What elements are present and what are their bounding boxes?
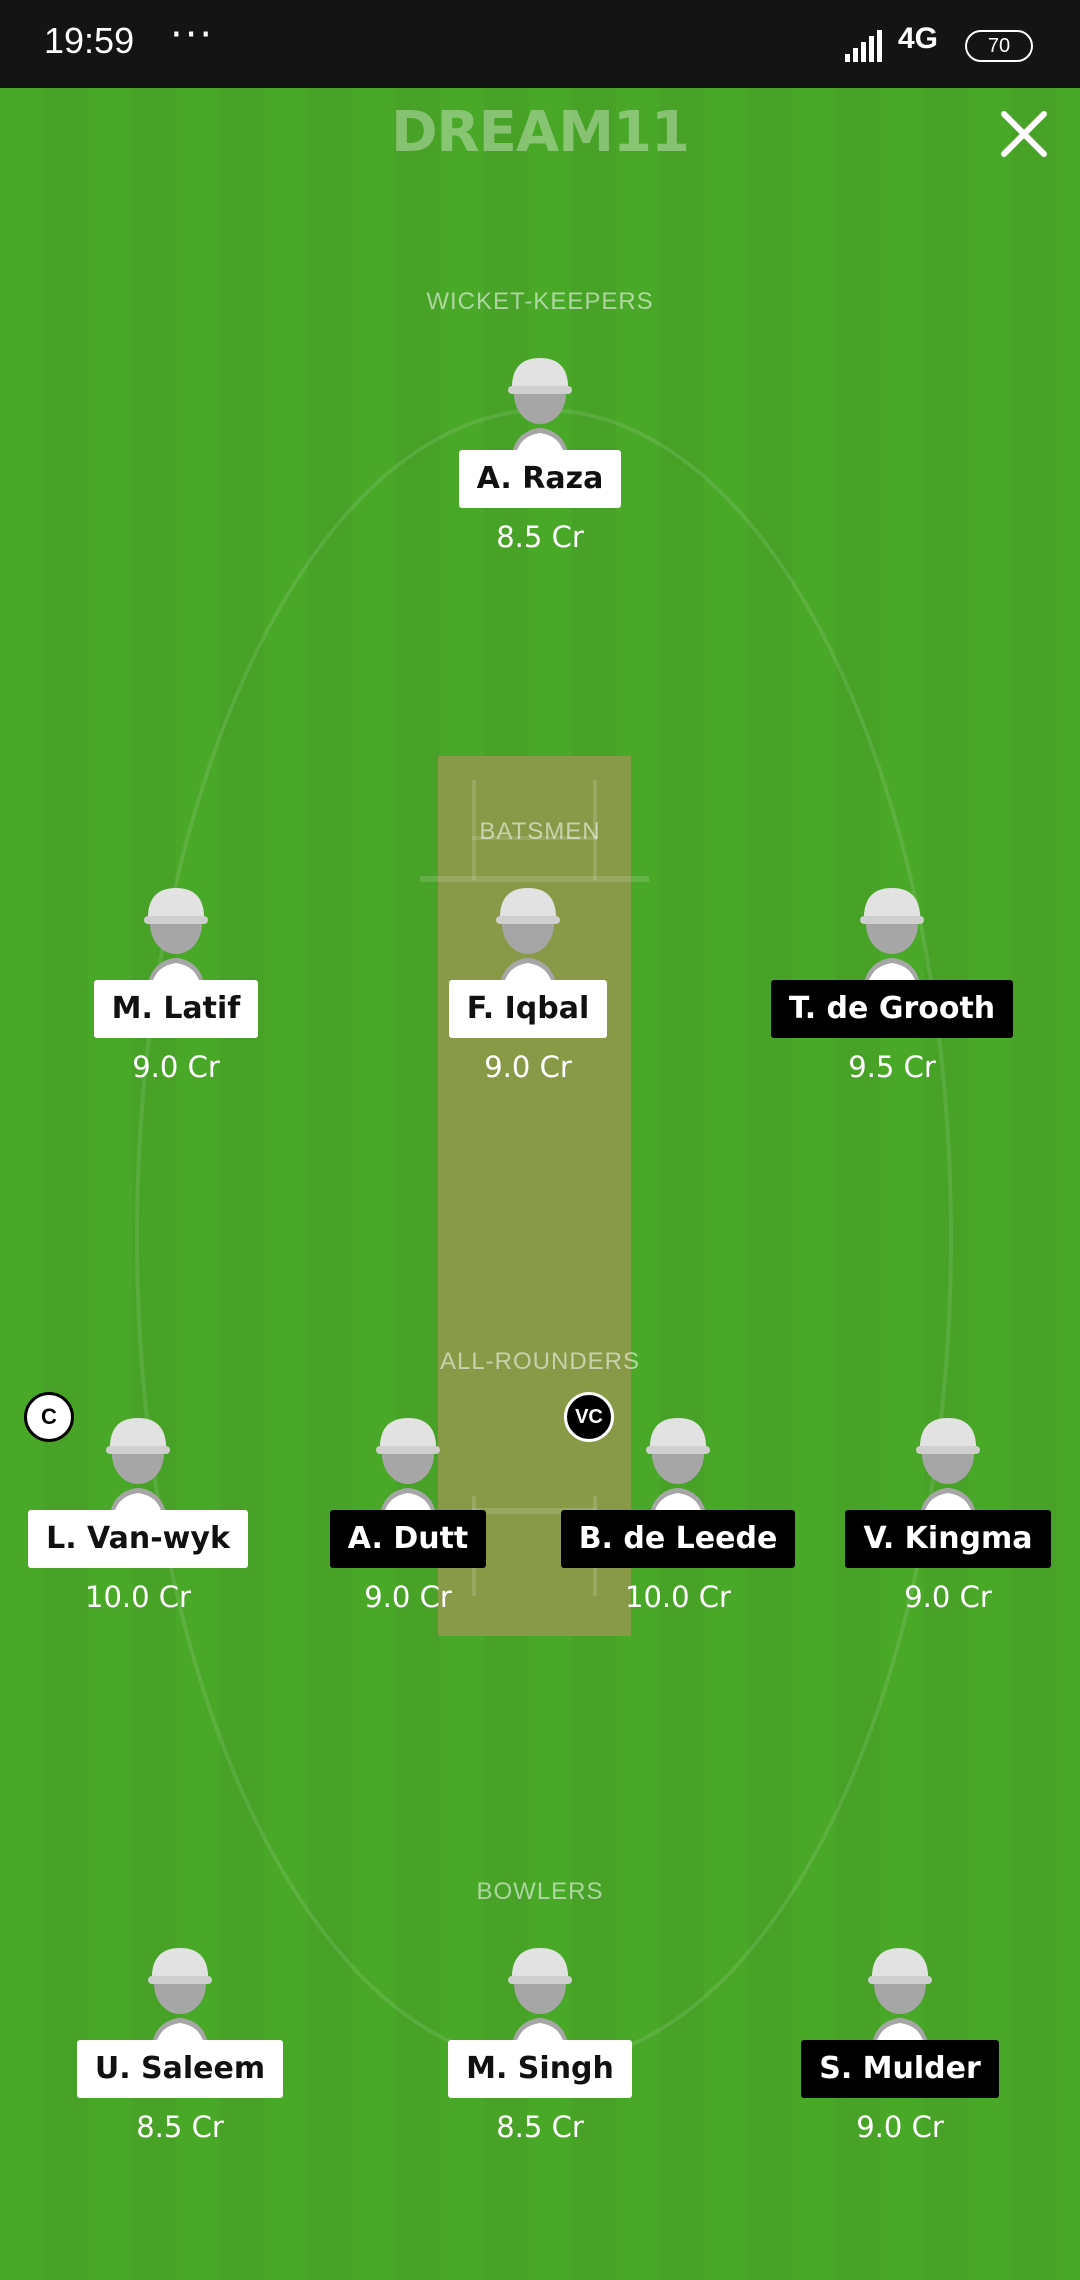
close-icon[interactable] <box>1000 110 1048 158</box>
player-credits: 9.0 Cr <box>856 2110 944 2144</box>
player-card-bowl1[interactable]: U. Saleem 8.5 Cr <box>50 1940 310 2144</box>
player-avatar-icon <box>508 1948 572 2044</box>
network-type: 4G <box>898 22 938 56</box>
player-credits: 9.0 Cr <box>484 1050 572 1084</box>
player-name: F. Iqbal <box>448 980 608 1038</box>
player-avatar-icon <box>508 358 572 454</box>
player-card-wk1[interactable]: A. Raza 8.5 Cr <box>410 350 670 554</box>
player-credits: 10.0 Cr <box>625 1580 731 1614</box>
section-label-batsmen: BATSMEN <box>479 818 601 845</box>
player-avatar-icon <box>496 888 560 984</box>
more-dots-icon: ··· <box>170 12 215 58</box>
player-name: T. de Grooth <box>770 980 1014 1038</box>
player-avatar-icon <box>148 1948 212 2044</box>
status-time: 19:59 <box>44 20 135 61</box>
player-credits: 9.0 Cr <box>364 1580 452 1614</box>
player-avatar-icon <box>916 1418 980 1514</box>
vice-captain-badge: VC <box>564 1392 614 1442</box>
player-avatar-icon <box>646 1418 710 1514</box>
captain-badge: C <box>24 1392 74 1442</box>
player-avatar-icon <box>144 888 208 984</box>
player-name: B. de Leede <box>560 1510 796 1568</box>
player-credits: 8.5 Cr <box>496 2110 584 2144</box>
battery-icon: 70 <box>965 30 1033 62</box>
player-avatar-icon <box>106 1418 170 1514</box>
player-card-bat2[interactable]: F. Iqbal 9.0 Cr <box>398 880 658 1084</box>
player-credits: 10.0 Cr <box>85 1580 191 1614</box>
signal-icon <box>845 30 882 62</box>
player-credits: 9.5 Cr <box>848 1050 936 1084</box>
player-credits: 8.5 Cr <box>136 2110 224 2144</box>
section-label-wicket-keepers: WICKET-KEEPERS <box>426 288 654 315</box>
player-card-ar2[interactable]: A. Dutt 9.0 Cr <box>278 1410 538 1614</box>
status-bar: 19:59 ··· 4G 70 <box>0 0 1080 88</box>
player-card-bat3[interactable]: T. de Grooth 9.5 Cr <box>762 880 1022 1084</box>
player-name: A. Raza <box>458 450 622 508</box>
player-credits: 8.5 Cr <box>496 520 584 554</box>
player-avatar-icon <box>868 1948 932 2044</box>
player-name: V. Kingma <box>845 1510 1051 1568</box>
player-card-bowl2[interactable]: M. Singh 8.5 Cr <box>410 1940 670 2144</box>
player-credits: 9.0 Cr <box>904 1580 992 1614</box>
network-label: 4G <box>898 22 939 55</box>
section-label-bowlers: BOWLERS <box>476 1878 604 1905</box>
player-card-bowl3[interactable]: S. Mulder 9.0 Cr <box>770 1940 1030 2144</box>
player-name: M. Singh <box>448 2040 632 2098</box>
player-card-ar4[interactable]: V. Kingma 9.0 Cr <box>818 1410 1078 1614</box>
player-name: S. Mulder <box>801 2040 999 2098</box>
player-name: A. Dutt <box>329 1510 487 1568</box>
section-label-all-rounders: ALL-ROUNDERS <box>439 1348 641 1375</box>
player-avatar-icon <box>860 888 924 984</box>
player-credits: 9.0 Cr <box>132 1050 220 1084</box>
player-avatar-icon <box>376 1418 440 1514</box>
dream11-logo: DREAM11 <box>391 100 690 165</box>
player-name: U. Saleem <box>76 2040 284 2098</box>
player-card-bat1[interactable]: M. Latif 9.0 Cr <box>46 880 306 1084</box>
player-name: M. Latif <box>93 980 259 1038</box>
player-name: L. Van-wyk <box>28 1510 248 1568</box>
